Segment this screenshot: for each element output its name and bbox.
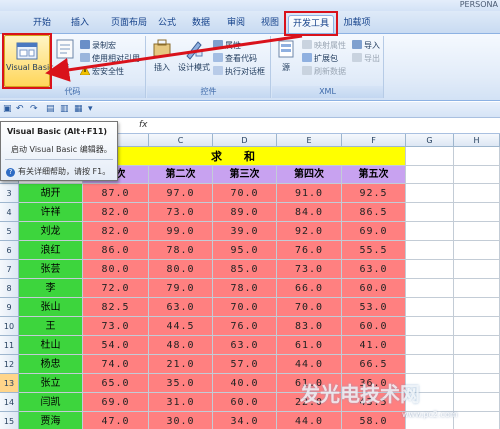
tooltip-divider <box>5 159 113 160</box>
annotation-arrow <box>45 34 303 82</box>
help-icon: ? <box>6 168 15 177</box>
visual-basic-tooltip: Visual Basic (Alt+F11) 启动 Visual Basic 编… <box>0 121 118 181</box>
watermark: 发光电技术网 <box>300 382 420 406</box>
tooltip-title: Visual Basic (Alt+F11) <box>7 127 108 136</box>
watermark-url: www.pc2.com <box>402 410 458 419</box>
tooltip-help-text: 有关详细帮助，请按 F1。 <box>18 167 111 176</box>
excel-window: PERSONA 开始 插入 页面布局 公式 数据 审阅 视图 开发工具 加载项 … <box>0 0 500 429</box>
tooltip-description: 启动 Visual Basic 编辑器。 <box>11 145 112 154</box>
tooltip-help: ? 有关详细帮助，请按 F1。 <box>6 166 110 177</box>
